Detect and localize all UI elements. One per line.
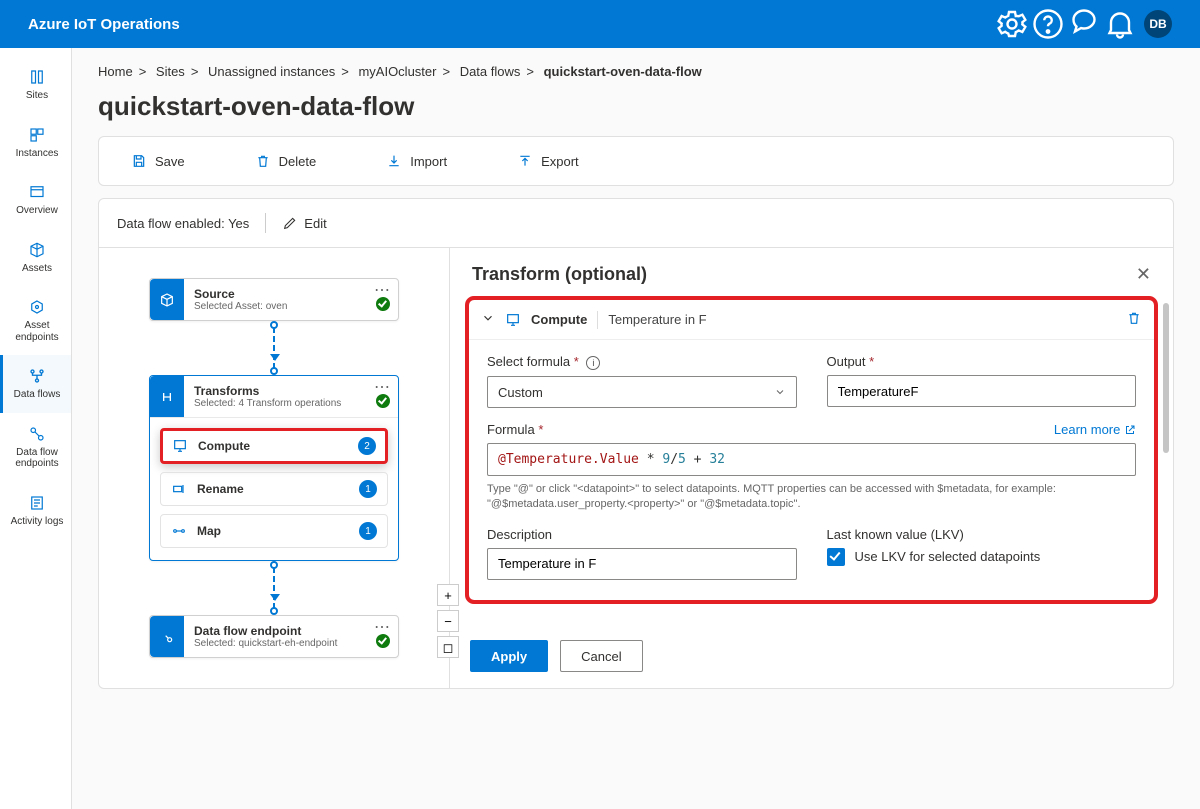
rail-item-assets[interactable]: Assets [0,229,71,287]
lkv-checkbox[interactable] [827,548,845,566]
scrollbar[interactable] [1163,303,1169,453]
card-subtitle: Temperature in F [608,312,706,327]
panel-title: Transform (optional) [472,264,647,285]
formula-input[interactable]: @Temperature.Value * 9/5 + 32 [487,443,1136,476]
crumb-sites[interactable]: Sites [156,64,185,79]
lkv-checkbox-label: Use LKV for selected datapoints [855,549,1041,564]
save-button[interactable]: Save [117,147,199,175]
endpoint-icon [150,616,184,657]
formula-type-select[interactable]: Custom [487,376,797,408]
info-icon[interactable]: i [586,356,600,370]
cube-icon [150,279,184,320]
crumb-home[interactable]: Home [98,64,133,79]
transform-item-rename[interactable]: Rename 1 [160,472,388,506]
map-icon [171,523,187,539]
rail-item-overview[interactable]: Overview [0,171,71,229]
page-title: quickstart-oven-data-flow [98,91,1174,122]
description-label: Description [487,527,797,542]
notifications-icon[interactable] [1102,6,1138,42]
node-endpoint[interactable]: Data flow endpointSelected: quickstart-e… [149,615,399,658]
node-transforms[interactable]: TransformsSelected: 4 Transform operatio… [149,375,399,561]
output-field[interactable] [827,375,1137,407]
count-badge: 1 [359,480,377,498]
crumb-cluster[interactable]: myAIOcluster [358,64,436,79]
description-field[interactable] [487,548,797,580]
check-icon [376,394,390,408]
formula-hint: Type "@" or click "<datapoint>" to selec… [487,482,1136,513]
learn-more-link[interactable]: Learn more [1054,422,1136,437]
rail-item-asset-endpoints[interactable]: Asset endpoints [0,286,71,355]
chevron-down-icon[interactable] [481,311,495,328]
status-label: Data flow enabled: Yes [117,216,249,231]
app-header: Azure IoT Operations DB [0,0,1200,48]
help-icon[interactable] [1030,6,1066,42]
transform-item-compute[interactable]: Compute 2 [160,428,388,464]
card-title: Compute [531,312,587,327]
rail-item-activity-logs[interactable]: Activity logs [0,482,71,540]
command-bar: Save Delete Import Export [98,136,1174,186]
close-icon[interactable]: ✕ [1136,264,1151,285]
export-button[interactable]: Export [503,147,593,175]
transform-icon [150,376,184,417]
rail-item-instances[interactable]: Instances [0,114,71,172]
count-badge: 2 [358,437,376,455]
check-icon [376,634,390,648]
compute-icon [505,312,521,328]
rail-item-dataflow-endpoints[interactable]: Data flow endpoints [0,413,71,482]
transform-item-map[interactable]: Map 1 [160,514,388,548]
output-label: Output * [827,354,1137,369]
chevron-down-icon [774,386,786,398]
feedback-icon[interactable] [1066,6,1102,42]
rail-item-sites[interactable]: Sites [0,56,71,114]
delete-icon[interactable] [1126,310,1142,329]
node-source[interactable]: SourceSelected Asset: oven ⋯ [149,278,399,321]
check-icon [376,297,390,311]
rail-item-data-flows[interactable]: Data flows [0,355,71,413]
count-badge: 1 [359,522,377,540]
rename-icon [171,481,187,497]
lkv-label: Last known value (LKV) [827,527,1137,542]
editor-header: Data flow enabled: Yes Edit [99,199,1173,248]
panel-footer: Apply Cancel [450,630,1173,688]
breadcrumb: Home> Sites> Unassigned instances> myAIO… [98,60,1174,91]
formula-label: Formula * [487,422,543,437]
crumb-current: quickstart-oven-data-flow [544,64,702,79]
crumb-unassigned[interactable]: Unassigned instances [208,64,335,79]
transform-panel: Transform (optional) ✕ Compute Temperatu… [449,248,1173,688]
avatar[interactable]: DB [1144,10,1172,38]
editor-card: Data flow enabled: Yes Edit SourceSelect… [98,198,1174,689]
edit-button[interactable]: Edit [282,215,326,231]
select-formula-label: Select formula * i [487,354,797,370]
apply-button[interactable]: Apply [470,640,548,672]
settings-icon[interactable] [994,6,1030,42]
crumb-dataflows[interactable]: Data flows [460,64,521,79]
compute-card: Compute Temperature in F Select formula … [468,299,1155,601]
main-content: Home> Sites> Unassigned instances> myAIO… [72,48,1200,809]
cancel-button[interactable]: Cancel [560,640,642,672]
delete-button[interactable]: Delete [241,147,331,175]
left-rail: Sites Instances Overview Assets Asset en… [0,48,72,809]
flow-canvas: SourceSelected Asset: oven ⋯ TransformsS… [99,248,449,688]
import-button[interactable]: Import [372,147,461,175]
external-link-icon [1124,424,1136,436]
app-title: Azure IoT Operations [28,16,180,33]
compute-icon [172,438,188,454]
zoom-fit-button[interactable]: ◻ [437,636,459,658]
